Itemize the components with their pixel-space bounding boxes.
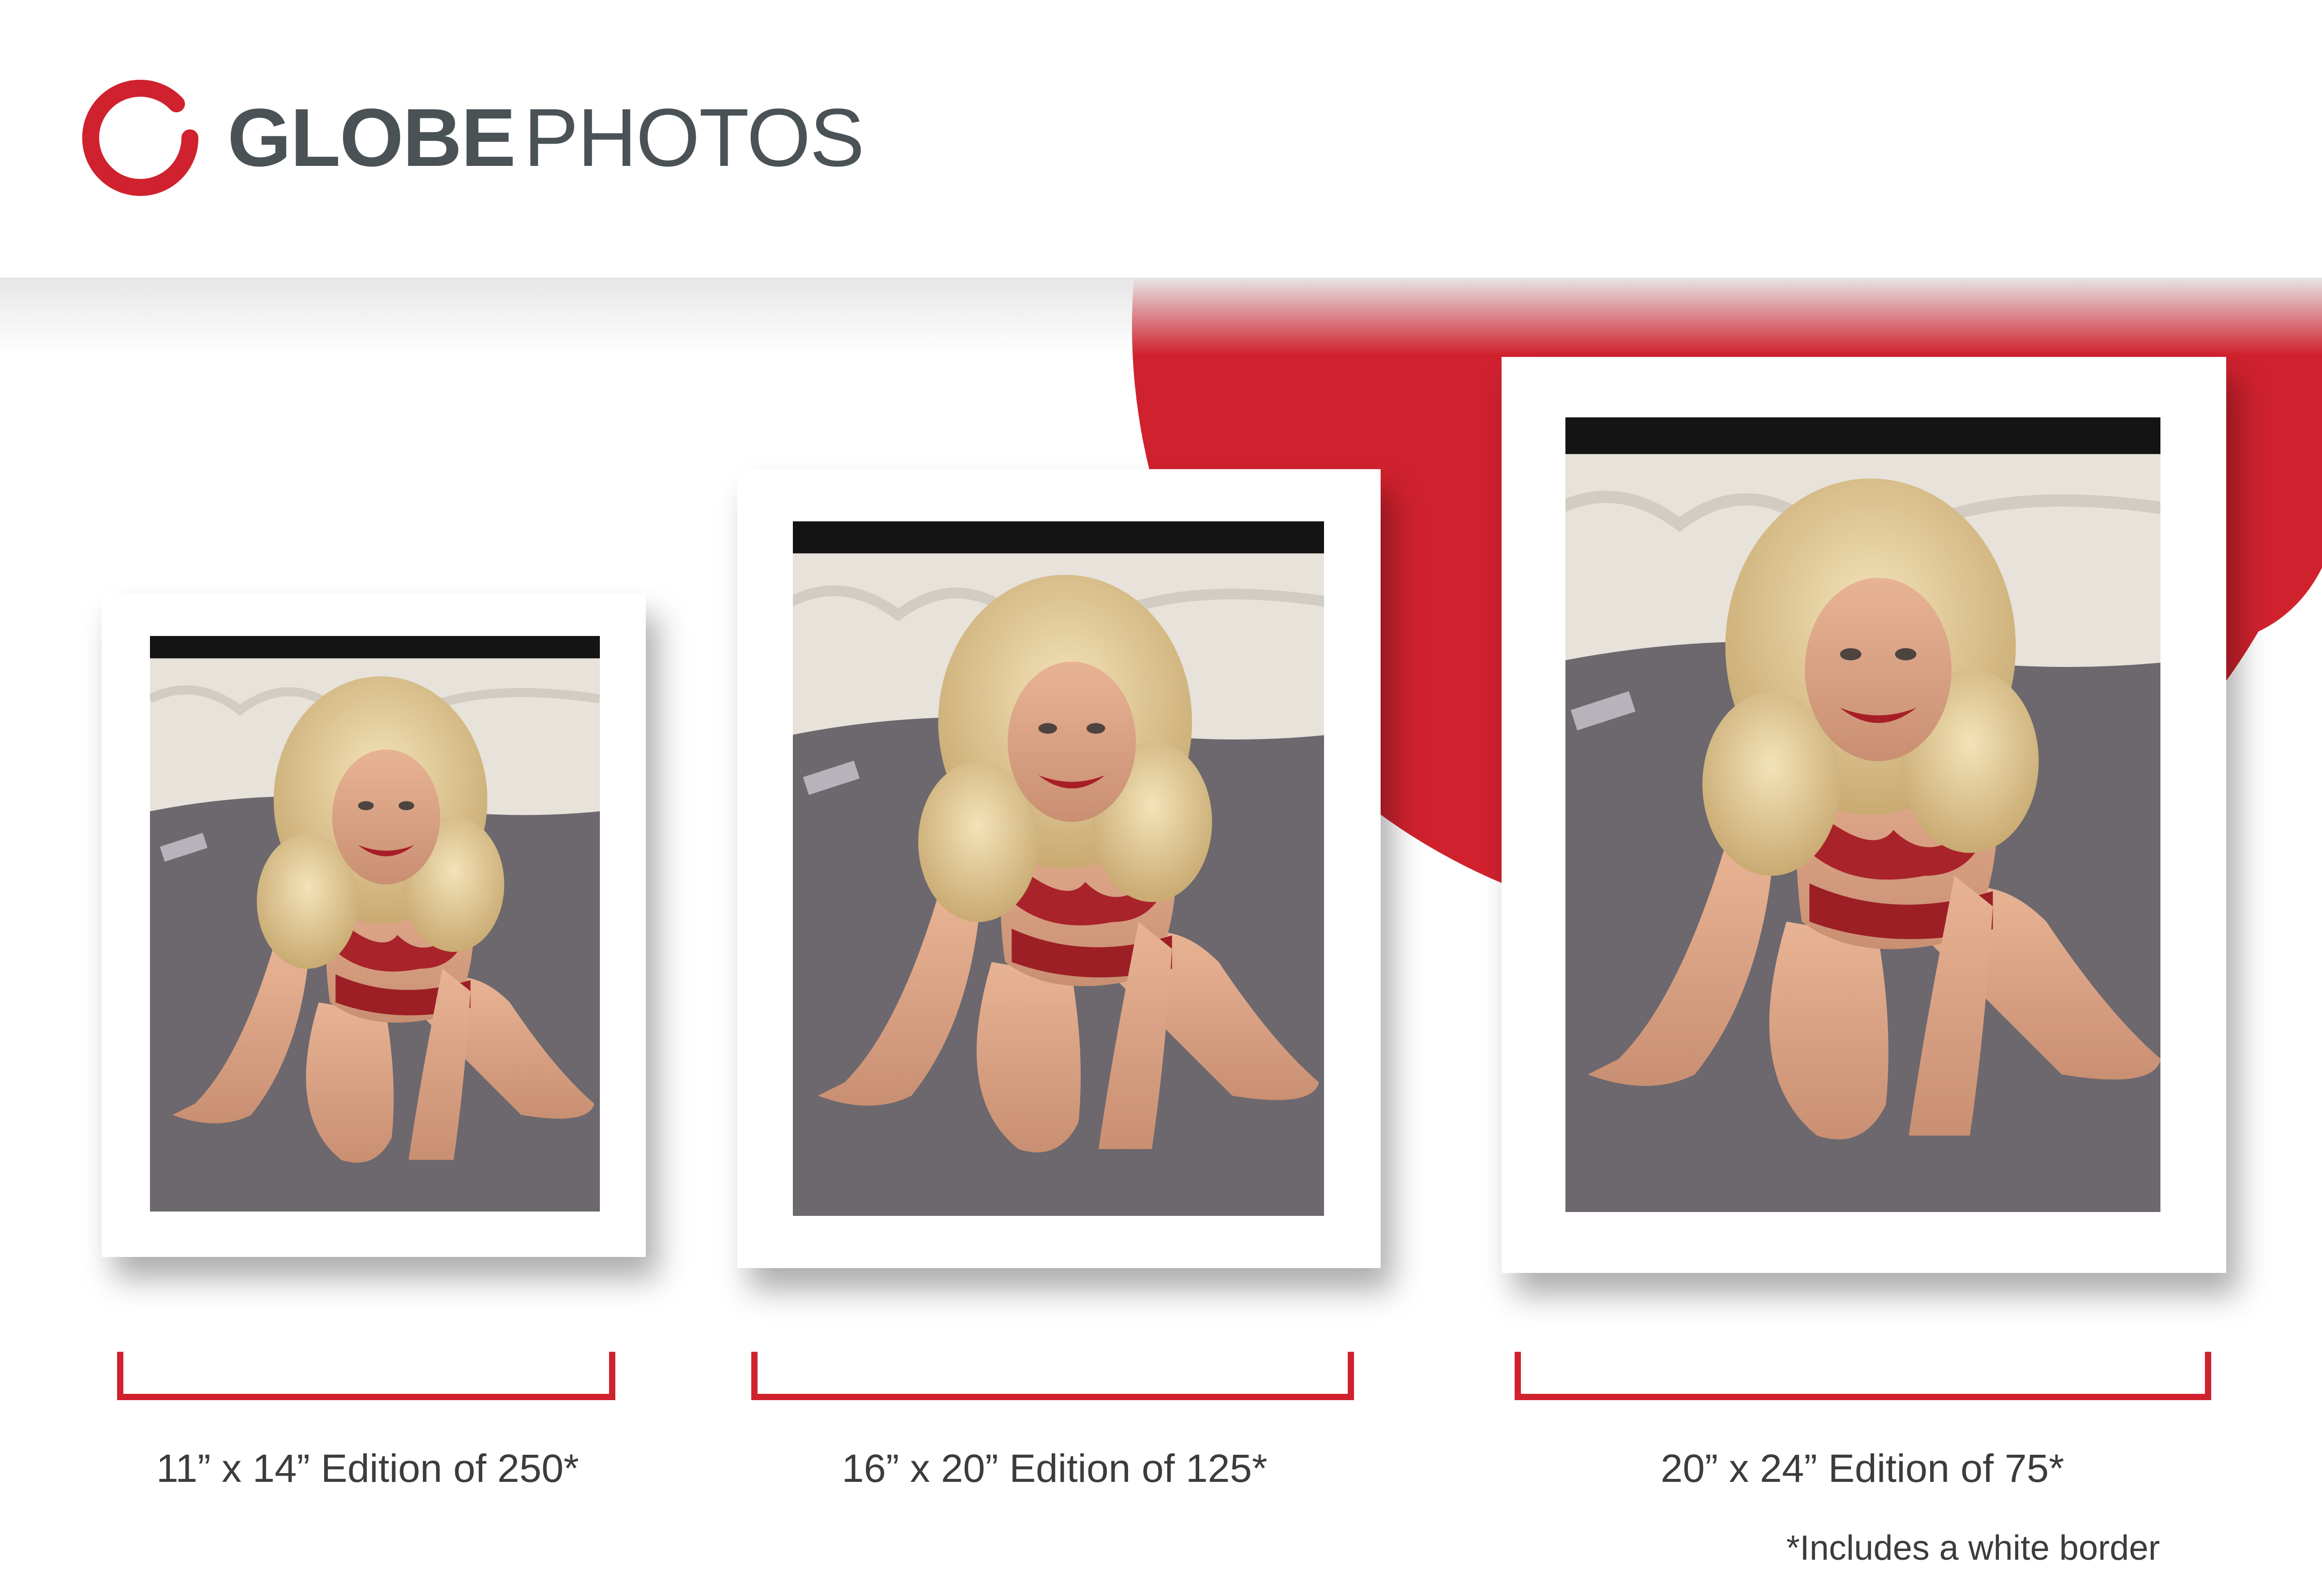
photo-image [150,636,600,1212]
brand-logo-text: GLOBE PHOTOS [227,89,864,186]
border-footnote: *Includes a white border [1786,1529,2160,1567]
size-bracket-16x20 [751,1352,1354,1400]
header-shadow [0,278,2322,355]
size-bracket-11x14 [117,1352,615,1400]
brand-name-light: PHOTOS [523,92,864,184]
print-16x20[interactable] [737,469,1381,1268]
red-brush-ring-icon [82,79,199,196]
photo-image [1565,417,2160,1212]
print-label-20x24: 20” x 24” Edition of 75* [1660,1447,2065,1491]
print-photo [1565,417,2160,1212]
print-photo [150,636,600,1212]
print-photo [793,521,1324,1216]
print-20x24[interactable] [1502,357,2226,1273]
photo-image [793,521,1324,1216]
size-bracket-20x24 [1515,1352,2211,1400]
print-label-11x14: 11” x 14” Edition of 250* [156,1447,579,1491]
print-label-16x20: 16” x 20” Edition of 125* [842,1447,1267,1491]
brand-name-bold: GLOBE [227,92,516,184]
print-11x14[interactable] [102,593,646,1257]
header: GLOBE PHOTOS [0,0,2322,278]
